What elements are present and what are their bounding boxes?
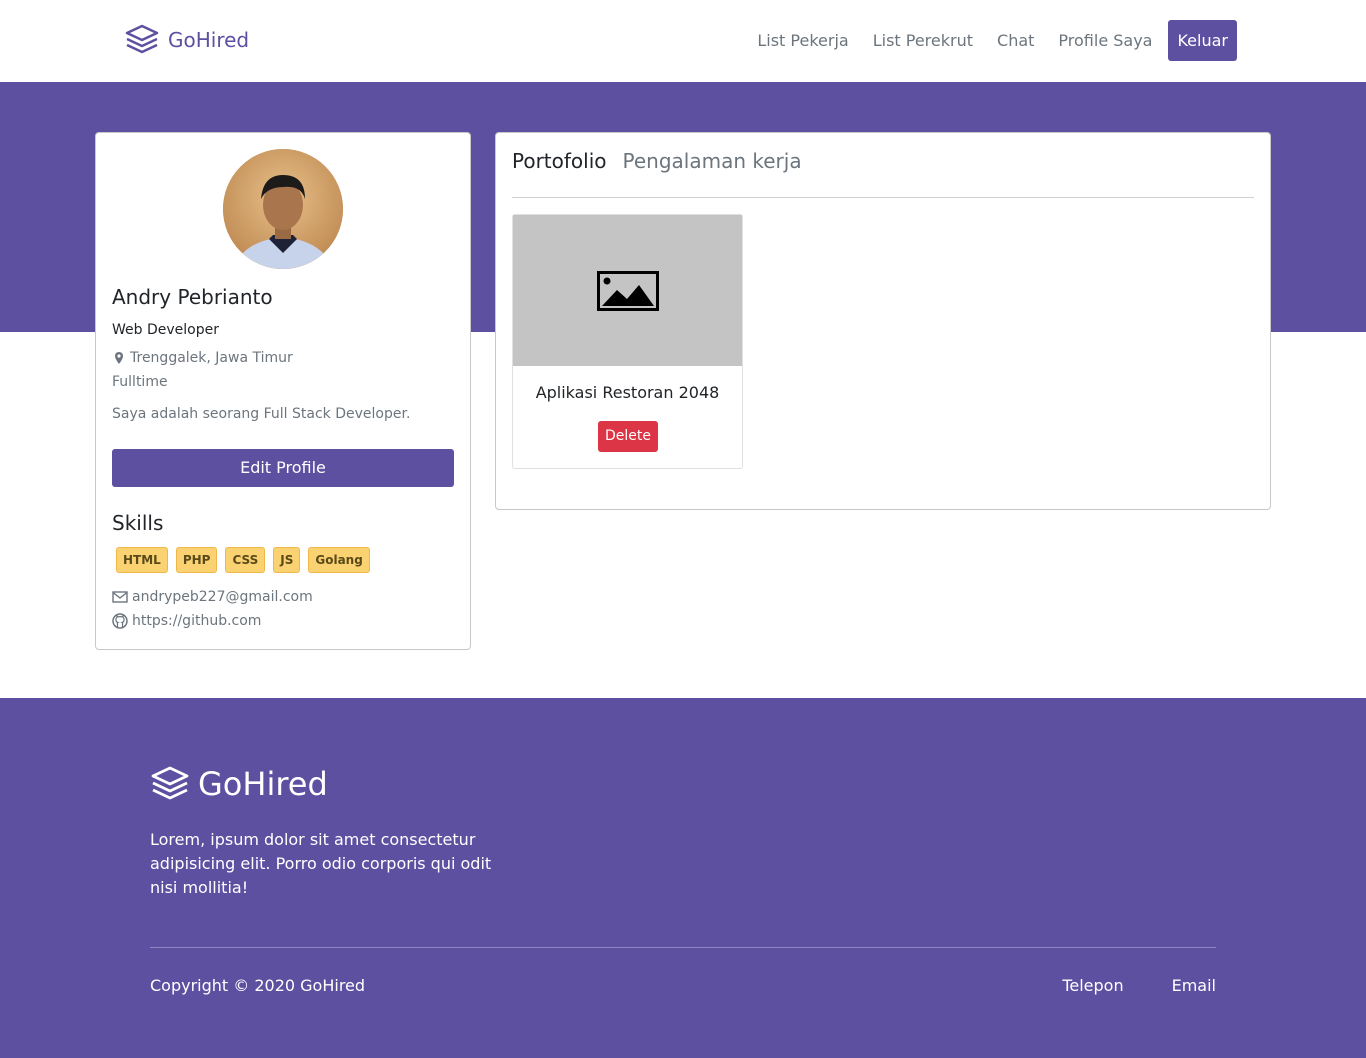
- profile-location: Trenggalek, Jawa Timur: [112, 350, 293, 366]
- footer-link-telepon[interactable]: Telepon: [1062, 976, 1123, 995]
- skill-badge: Golang: [308, 547, 370, 573]
- portfolio-item: Aplikasi Restoran 2048 Delete: [512, 214, 743, 469]
- footer-links: Telepon Email: [1062, 976, 1216, 995]
- logout-button[interactable]: Keluar: [1168, 20, 1237, 61]
- contact-email-text: andrypeb227@gmail.com: [132, 589, 313, 605]
- avatar: [223, 149, 343, 269]
- layers-icon: [151, 766, 189, 800]
- skill-badge: HTML: [116, 547, 168, 573]
- mail-icon: [112, 591, 128, 603]
- profile-title: Web Developer: [112, 322, 219, 338]
- profile-name: Andry Pebrianto: [112, 285, 273, 309]
- layers-icon: [125, 24, 159, 54]
- nav-link-chat[interactable]: Chat: [985, 20, 1046, 61]
- contact-email[interactable]: andrypeb227@gmail.com: [112, 589, 313, 605]
- footer: GoHired Lorem, ipsum dolor sit amet cons…: [0, 698, 1366, 1058]
- brand-name: GoHired: [168, 28, 250, 52]
- footer-link-email[interactable]: Email: [1172, 976, 1216, 995]
- footer-brand: GoHired: [150, 764, 328, 804]
- skill-badge: CSS: [225, 547, 266, 573]
- contact-github[interactable]: https://github.com: [112, 613, 261, 629]
- tabs-divider: [512, 197, 1254, 198]
- portfolio-tabs: Portofolio Pengalaman kerja: [512, 149, 802, 173]
- portfolio-item-title: Aplikasi Restoran 2048: [535, 383, 720, 402]
- nav-link-list-pekerja[interactable]: List Pekerja: [745, 20, 860, 61]
- portfolio-item-image: [513, 215, 742, 366]
- skills-list: HTML PHP CSS JS Golang: [116, 547, 370, 573]
- image-placeholder-icon: [596, 270, 659, 311]
- profile-bio: Saya adalah seorang Full Stack Developer…: [112, 406, 411, 422]
- footer-copyright: Copyright © 2020 GoHired: [150, 976, 366, 995]
- contact-github-text: https://github.com: [132, 613, 262, 629]
- skills-heading: Skills: [112, 511, 164, 535]
- footer-brand-name: GoHired: [198, 765, 328, 803]
- delete-button[interactable]: Delete: [598, 421, 658, 452]
- navbar: GoHired List Pekerja List Perekrut Chat …: [0, 0, 1366, 82]
- tab-portofolio[interactable]: Portofolio: [512, 149, 607, 173]
- profile-card: Andry Pebrianto Web Developer Trenggalek…: [95, 132, 471, 650]
- nav-link-profile-saya[interactable]: Profile Saya: [1046, 20, 1164, 61]
- nav-link-list-perekrut[interactable]: List Perekrut: [861, 20, 985, 61]
- footer-description: Lorem, ipsum dolor sit amet consectetur …: [150, 830, 492, 897]
- map-pin-icon: [115, 352, 123, 364]
- profile-job-type: Fulltime: [112, 374, 168, 390]
- footer-divider: [150, 947, 1216, 948]
- portfolio-card: Portofolio Pengalaman kerja Aplikasi Res…: [495, 132, 1271, 510]
- profile-location-text: Trenggalek, Jawa Timur: [130, 350, 293, 366]
- nav-links: List Pekerja List Perekrut Chat Profile …: [745, 20, 1237, 61]
- skill-badge: PHP: [175, 547, 218, 573]
- brand-logo[interactable]: GoHired: [124, 22, 249, 58]
- skill-badge: JS: [273, 547, 301, 573]
- edit-profile-button[interactable]: Edit Profile: [112, 449, 454, 487]
- github-icon: [112, 613, 128, 629]
- tab-pengalaman-kerja[interactable]: Pengalaman kerja: [623, 149, 802, 173]
